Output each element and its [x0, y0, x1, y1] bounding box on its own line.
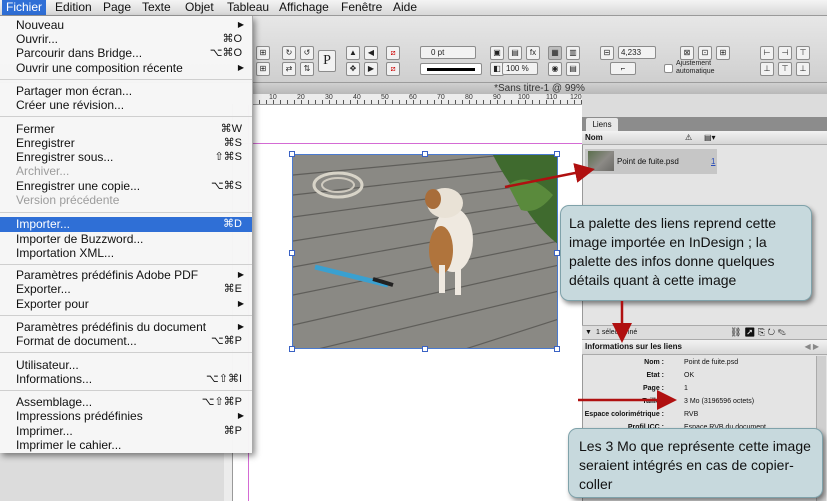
menu-separator — [0, 352, 252, 353]
menu-item-label: Parcourir dans Bridge... — [16, 46, 143, 60]
menu-item-exporter-pour[interactable]: Exporter pour ▶ — [0, 297, 252, 311]
menu-item-label: Format de document... — [16, 334, 137, 348]
menu-item-label: Informations... — [16, 372, 93, 386]
menu-item-ouvrir[interactable]: Ouvrir... ⌘O — [0, 32, 252, 46]
arrow-to-link-row — [504, 163, 595, 189]
menu-item-revision[interactable]: Créer une révision... — [0, 98, 252, 112]
menu-shortcut: ⌘O — [222, 33, 242, 45]
menu-item-label: Exporter... — [16, 282, 71, 296]
menu-item-label: Ouvrir... — [16, 32, 59, 46]
menu-item-label: Imprimer... — [16, 424, 73, 438]
menu-item-label: Paramètres prédéfinis du document — [16, 320, 207, 334]
menu-shortcut: ⌥⇧⌘I — [206, 373, 242, 385]
menu-item-label: Utilisateur... — [16, 358, 79, 372]
menu-item-enregistrer[interactable]: Enregistrer ⌘S — [0, 136, 252, 150]
menu-item-label: Importer de Buzzword... — [16, 232, 144, 246]
menu-item-buzzword[interactable]: Importer de Buzzword... — [0, 232, 252, 246]
menu-item-doc-presets[interactable]: Paramètres prédéfinis du document ▶ — [0, 320, 252, 334]
menu-item-label: Enregistrer sous... — [16, 150, 114, 164]
menu-item-recent[interactable]: Ouvrir une composition récente ▶ — [0, 61, 252, 75]
menu-item-bridge[interactable]: Parcourir dans Bridge... ⌥⌘O — [0, 46, 252, 60]
submenu-arrow-icon: ▶ — [237, 270, 244, 279]
menu-shortcut: ⌘D — [223, 218, 242, 230]
menu-shortcut: ⌘S — [223, 137, 242, 149]
menu-item-copie[interactable]: Enregistrer une copie... ⌥⌘S — [0, 179, 252, 193]
menu-item-label: Importation XML... — [16, 246, 115, 260]
menu-item-pdf-presets[interactable]: Paramètres prédéfinis Adobe PDF ▶ — [0, 268, 252, 282]
menu-separator — [0, 116, 252, 117]
menu-item-exporter[interactable]: Exporter... ⌘E — [0, 282, 252, 296]
menu-item-importer[interactable]: Importer... ⌘D — [0, 217, 252, 232]
menu-item-label: Assemblage... — [16, 395, 93, 409]
menu-item-label: Nouveau — [16, 18, 65, 32]
submenu-arrow-icon: ▶ — [237, 20, 244, 29]
menu-item-informations[interactable]: Informations... ⌥⇧⌘I — [0, 372, 252, 386]
menu-shortcut: ⌘W — [220, 123, 242, 135]
menu-item-format-doc[interactable]: Format de document... ⌥⌘P — [0, 334, 252, 348]
menu-item-assemblage[interactable]: Assemblage... ⌥⇧⌘P — [0, 395, 252, 409]
menu-item-label: Partager mon écran... — [16, 84, 133, 98]
menu-item-label: Imprimer le cahier... — [16, 438, 122, 452]
menu-item-nouveau[interactable]: Nouveau ▶ — [0, 18, 252, 32]
menu-item-imprimer[interactable]: Imprimer... ⌘P — [0, 424, 252, 438]
menu-item-label: Enregistrer — [16, 136, 75, 150]
menu-item-label: Impressions prédéfinies — [16, 409, 143, 423]
submenu-arrow-icon: ▶ — [237, 63, 244, 72]
menu-item-label: Paramètres prédéfinis Adobe PDF — [16, 268, 199, 282]
submenu-arrow-icon: ▶ — [237, 411, 244, 420]
menu-shortcut: ⌥⇧⌘P — [201, 396, 242, 408]
menu-item-label: Archiver... — [16, 164, 70, 178]
menu-separator — [0, 315, 252, 316]
file-menu: Nouveau ▶ Ouvrir... ⌘O Parcourir dans Brid… — [0, 16, 253, 453]
menu-item-label: Créer une révision... — [16, 98, 125, 112]
menu-shortcut: ⌘P — [223, 425, 242, 437]
menu-item-version: Version précédente — [0, 193, 252, 207]
menu-separator — [0, 390, 252, 391]
menu-item-label: Enregistrer une copie... — [16, 179, 141, 193]
submenu-arrow-icon: ▶ — [237, 322, 244, 331]
menu-item-archiver: Archiver... — [0, 164, 252, 178]
menu-item-xml[interactable]: Importation XML... — [0, 246, 252, 260]
menu-item-label: Version précédente — [16, 193, 120, 207]
menu-item-cahier[interactable]: Imprimer le cahier... — [0, 438, 252, 452]
menu-item-fermer[interactable]: Fermer ⌘W — [0, 122, 252, 136]
menu-item-enregistrer-sous[interactable]: Enregistrer sous... ⇧⌘S — [0, 150, 252, 164]
menu-shortcut: ⌥⌘P — [210, 335, 242, 347]
menu-shortcut: ⌥⌘O — [209, 47, 242, 59]
menu-separator — [0, 212, 252, 213]
submenu-arrow-icon: ▶ — [237, 299, 244, 308]
menu-item-impressions[interactable]: Impressions prédéfinies ▶ — [0, 409, 252, 423]
menu-separator — [0, 264, 252, 265]
menu-shortcut: ⌥⌘S — [210, 180, 242, 192]
menu-item-partager[interactable]: Partager mon écran... — [0, 84, 252, 98]
menu-item-label: Importer... — [16, 217, 71, 231]
menu-item-label: Ouvrir une composition récente — [16, 61, 183, 75]
menu-item-utilisateur[interactable]: Utilisateur... — [0, 358, 252, 372]
menu-shortcut: ⌘E — [223, 283, 242, 295]
menu-shortcut: ⇧⌘S — [214, 151, 242, 163]
menu-item-label: Fermer — [16, 122, 55, 136]
menu-separator — [0, 79, 252, 80]
menu-item-label: Exporter pour — [16, 297, 89, 311]
